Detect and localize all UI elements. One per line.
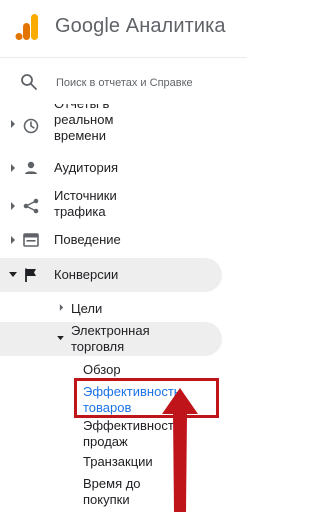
sidebar-item-label: Аудитория (54, 160, 119, 175)
acquisition-icon (23, 198, 39, 214)
search-bar (0, 62, 247, 104)
chevron-right-icon (11, 202, 15, 210)
chevron-right-icon (11, 236, 15, 244)
chevron-right-icon (11, 164, 15, 172)
sidebar-item-acquisition[interactable]: Источники трафика (0, 186, 222, 222)
chevron-right-icon (59, 304, 64, 311)
chevron-down-icon (9, 272, 17, 277)
sidebar-item-label: Поведение (54, 232, 121, 247)
app-header: Google Аналитика (0, 0, 247, 56)
sidebar-leaf-transactions[interactable]: Транзакции (83, 454, 153, 470)
sidebar-item-label: Конверсии (54, 267, 119, 282)
person-icon (25, 161, 37, 174)
sidebar-leaf-time-to-purchase[interactable]: Время до покупки (83, 476, 141, 508)
chevron-right-icon (11, 120, 15, 128)
sidebar-leaf-overview[interactable]: Обзор (83, 362, 121, 378)
sidebar-subitem-label: Цели (71, 301, 103, 316)
sidebar-item-audience[interactable]: Аудитория (0, 156, 222, 180)
sidebar-subitem-goals[interactable]: Цели (0, 298, 222, 320)
clock-icon (23, 118, 39, 134)
behavior-icon (23, 233, 39, 247)
flag-icon (25, 268, 36, 282)
sidebar-nav: Отчеты в реальном времени Аудитория (0, 104, 247, 512)
arrow-up-icon (162, 388, 198, 512)
sidebar-item-conversions[interactable]: Конверсии (0, 258, 222, 292)
sidebar-item-realtime[interactable]: Отчеты в реальном времени (0, 104, 222, 152)
search-icon[interactable] (20, 73, 38, 91)
sidebar-subitem-label: Электронная торговля (71, 323, 150, 354)
sidebar-item-label: Отчеты в реальном времени (54, 104, 114, 143)
header-divider (0, 57, 247, 58)
product-title: Google Аналитика (55, 15, 226, 37)
analytics-sidebar: Google Аналитика Отчеты в реальном време… (0, 0, 247, 512)
sidebar-subitem-ecommerce[interactable]: Электронная торговля (0, 322, 222, 356)
google-analytics-logo-icon[interactable] (15, 14, 39, 40)
search-input[interactable] (56, 74, 206, 92)
sidebar-item-label: Источники трафика (54, 188, 117, 219)
chevron-down-icon (57, 336, 64, 341)
sidebar-item-behavior[interactable]: Поведение (0, 228, 222, 252)
